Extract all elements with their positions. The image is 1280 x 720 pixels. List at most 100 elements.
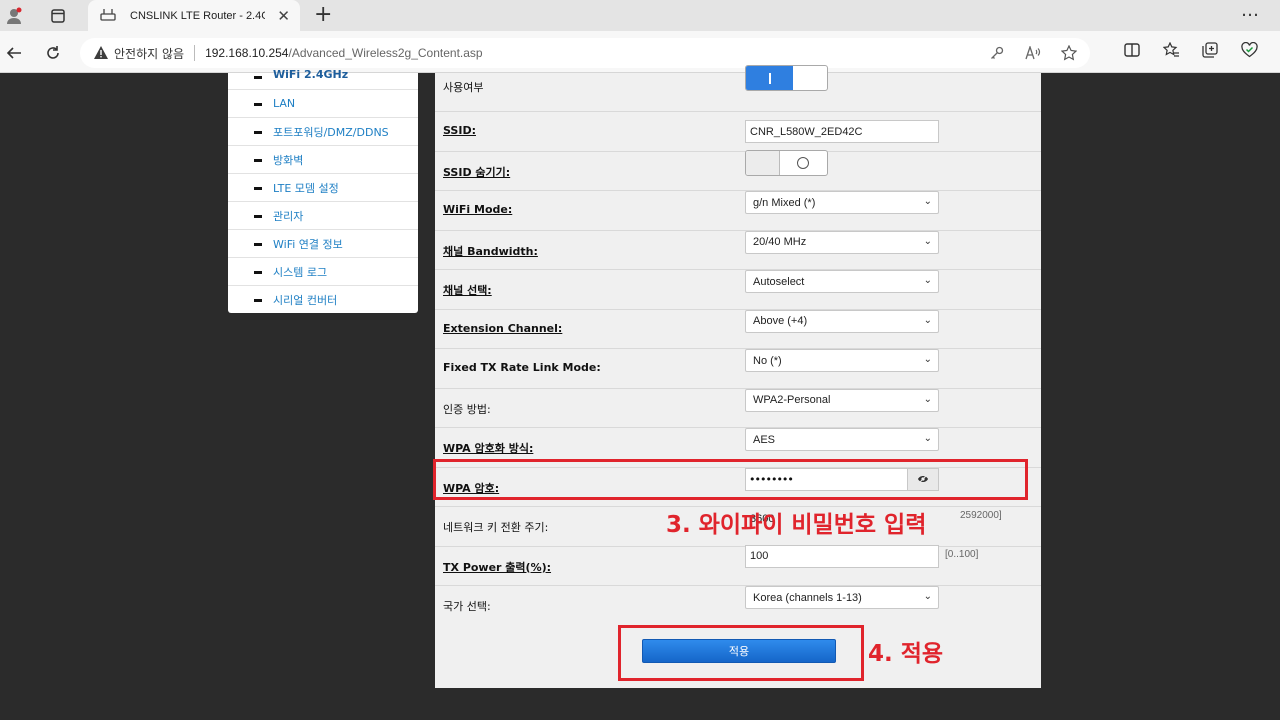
dash-icon — [254, 271, 262, 274]
ssid-label: SSID: — [443, 124, 476, 137]
router-favicon-icon — [100, 6, 116, 25]
ssid-input[interactable]: CNR_L580W_2ED42C — [745, 120, 939, 143]
country-value: Korea (channels 1-13) — [753, 591, 862, 604]
enable-toggle[interactable] — [745, 65, 828, 91]
sidebar-item-system-log[interactable]: 시스템 로그 — [228, 258, 418, 286]
row-ssid-hide: SSID 숨기기: — [435, 149, 1041, 191]
extension-channel-label: Extension Channel: — [443, 321, 563, 335]
wpa-encryption-select[interactable]: AES ⌄ — [745, 428, 939, 451]
tx-power-input[interactable]: 100 — [745, 544, 939, 568]
sidebar-item-label: 관리자 — [273, 209, 304, 223]
read-aloud-icon[interactable] — [1024, 44, 1042, 62]
country-label: 국가 선택: — [443, 600, 491, 613]
rekey-hint: 2592000] — [960, 510, 1002, 521]
ssid-hide-label: SSID 숨기기: — [443, 165, 511, 179]
tab-router[interactable]: CNSLINK LTE Router - 2.4G ✕ — [88, 0, 300, 31]
wpa-encryption-label: WPA 암호화 방식: — [443, 442, 534, 455]
sidebar-item-firewall[interactable]: 방화벽 — [228, 146, 418, 174]
enable-label: 사용여부 — [443, 81, 484, 94]
fixed-tx-value: No (*) — [753, 354, 782, 367]
tab-title: CNSLINK LTE Router - 2.4G — [130, 9, 265, 22]
sidebar-item-lte-modem[interactable]: LTE 모뎀 설정 — [228, 174, 418, 202]
security-warning: 안전하지 않음 — [114, 46, 185, 61]
dash-icon — [254, 103, 262, 106]
chevron-down-icon: ⌄ — [923, 433, 932, 444]
refresh-icon[interactable] — [42, 42, 64, 64]
chevron-down-icon: ⌄ — [923, 196, 932, 207]
row-wifi-mode: WiFi Mode: g/n Mixed (*) ⌄ — [435, 191, 1041, 231]
chevron-down-icon: ⌄ — [923, 235, 932, 247]
bandwidth-label: 채널 Bandwidth: — [443, 244, 538, 258]
profile-icon[interactable] — [0, 4, 28, 28]
wpa-encryption-value: AES — [753, 433, 776, 446]
favorites-icon[interactable] — [1162, 41, 1180, 59]
channel-select[interactable]: Autoselect ⌄ — [745, 270, 939, 293]
dash-icon — [254, 215, 262, 218]
bandwidth-value: 20/40 MHz — [753, 236, 807, 248]
sidebar-item-admin[interactable]: 관리자 — [228, 202, 418, 230]
tab-actions-icon[interactable] — [44, 4, 72, 28]
wifi-mode-select[interactable]: g/n Mixed (*) ⌄ — [745, 191, 939, 214]
sidebar-item-label: WiFi 2.4GHz — [273, 68, 349, 81]
auth-value: WPA2-Personal — [753, 394, 831, 406]
key-icon[interactable] — [988, 44, 1006, 62]
dash-icon — [254, 243, 262, 246]
chevron-down-icon: ⌄ — [923, 314, 932, 326]
fixed-tx-select[interactable]: No (*) ⌄ — [745, 349, 939, 372]
row-auth: 인증 방법: WPA2-Personal ⌄ — [435, 388, 1041, 428]
dash-icon — [254, 131, 262, 134]
rekey-label: 네트워크 키 전환 주기: — [443, 521, 549, 534]
url-separator — [194, 45, 196, 61]
sidebar-item-label: LTE 모뎀 설정 — [273, 181, 339, 195]
country-select[interactable]: Korea (channels 1-13) ⌄ — [745, 586, 939, 609]
sidebar-item-wifi-2g[interactable]: WiFi 2.4GHz — [228, 68, 418, 90]
split-screen-icon[interactable] — [1123, 41, 1141, 59]
sidebar-item-label: 포트포워딩/DMZ/DDNS — [273, 125, 389, 139]
browser-essentials-icon[interactable] — [1240, 41, 1258, 59]
fixed-tx-label: Fixed TX Rate Link Mode: — [443, 361, 601, 374]
sidebar-item-label: 방화벽 — [273, 153, 304, 167]
sidebar-item-wifi-info[interactable]: WiFi 연결 정보 — [228, 230, 418, 258]
wifi-mode-label: WiFi Mode: — [443, 203, 513, 216]
url-field[interactable]: 안전하지 않음 192.168.10.254/Advanced_Wireless… — [80, 38, 1090, 68]
dash-icon — [254, 299, 262, 302]
close-tab-icon[interactable]: ✕ — [277, 7, 290, 25]
row-country: 국가 선택: Korea (channels 1-13) ⌄ — [435, 586, 1041, 626]
sidebar-item-label: 시리얼 컨버터 — [273, 294, 338, 307]
row-ssid: SSID: CNR_L580W_2ED42C — [435, 112, 1041, 152]
channel-label: 채널 선택: — [443, 284, 492, 297]
favorite-star-icon[interactable] — [1060, 44, 1078, 62]
new-tab-icon[interactable]: + — [314, 2, 332, 27]
sidebar-item-label: WiFi 연결 정보 — [273, 237, 343, 251]
sidebar-item-lan[interactable]: LAN — [228, 90, 418, 118]
highlight-box-password — [433, 459, 1028, 500]
url-path: /Advanced_Wireless2g_Content.asp — [288, 46, 483, 60]
sidebar-item-port-forwarding[interactable]: 포트포워딩/DMZ/DDNS — [228, 118, 418, 146]
sidebar-item-label: LAN — [273, 97, 296, 110]
wireless-settings-panel: 사용여부 SSID: CNR_L580W_2ED42C SSID 숨기기: Wi… — [435, 65, 1041, 688]
dash-icon — [254, 187, 262, 190]
sidebar-menu: WiFi 2.4GHz LAN 포트포워딩/DMZ/DDNS 방화벽 LTE 모… — [228, 68, 418, 314]
auth-select[interactable]: WPA2-Personal ⌄ — [745, 388, 939, 412]
url-host: 192.168.10.254 — [205, 46, 289, 60]
bandwidth-select[interactable]: 20/40 MHz ⌄ — [745, 230, 939, 254]
browser-tab-bar: CNSLINK LTE Router - 2.4G ✕ + … — [0, 0, 1280, 31]
back-icon[interactable] — [3, 42, 25, 64]
row-extension-channel: Extension Channel: Above (+4) ⌄ — [435, 309, 1041, 349]
extension-channel-select[interactable]: Above (+4) ⌄ — [745, 309, 939, 333]
sidebar-item-label: 시스템 로그 — [273, 265, 328, 279]
warning-icon[interactable] — [94, 44, 108, 63]
tx-power-hint: [0..100] — [945, 548, 979, 560]
sidebar-item-serial-converter[interactable]: 시리얼 컨버터 — [228, 286, 418, 314]
chevron-down-icon: ⌄ — [923, 354, 932, 365]
auth-label: 인증 방법: — [443, 402, 491, 416]
annotation-step-3: 3. 와이파이 비밀번호 입력 — [666, 512, 927, 538]
chevron-down-icon: ⌄ — [923, 393, 932, 405]
more-icon[interactable]: … — [1241, 0, 1260, 21]
row-tx-power: TX Power 출력(%): 100 [0..100] — [435, 544, 1041, 586]
chevron-down-icon: ⌄ — [923, 275, 932, 286]
collections-icon[interactable] — [1201, 41, 1219, 59]
extension-channel-value: Above (+4) — [753, 315, 808, 327]
ssid-hide-toggle[interactable] — [745, 149, 828, 176]
channel-value: Autoselect — [753, 275, 805, 288]
